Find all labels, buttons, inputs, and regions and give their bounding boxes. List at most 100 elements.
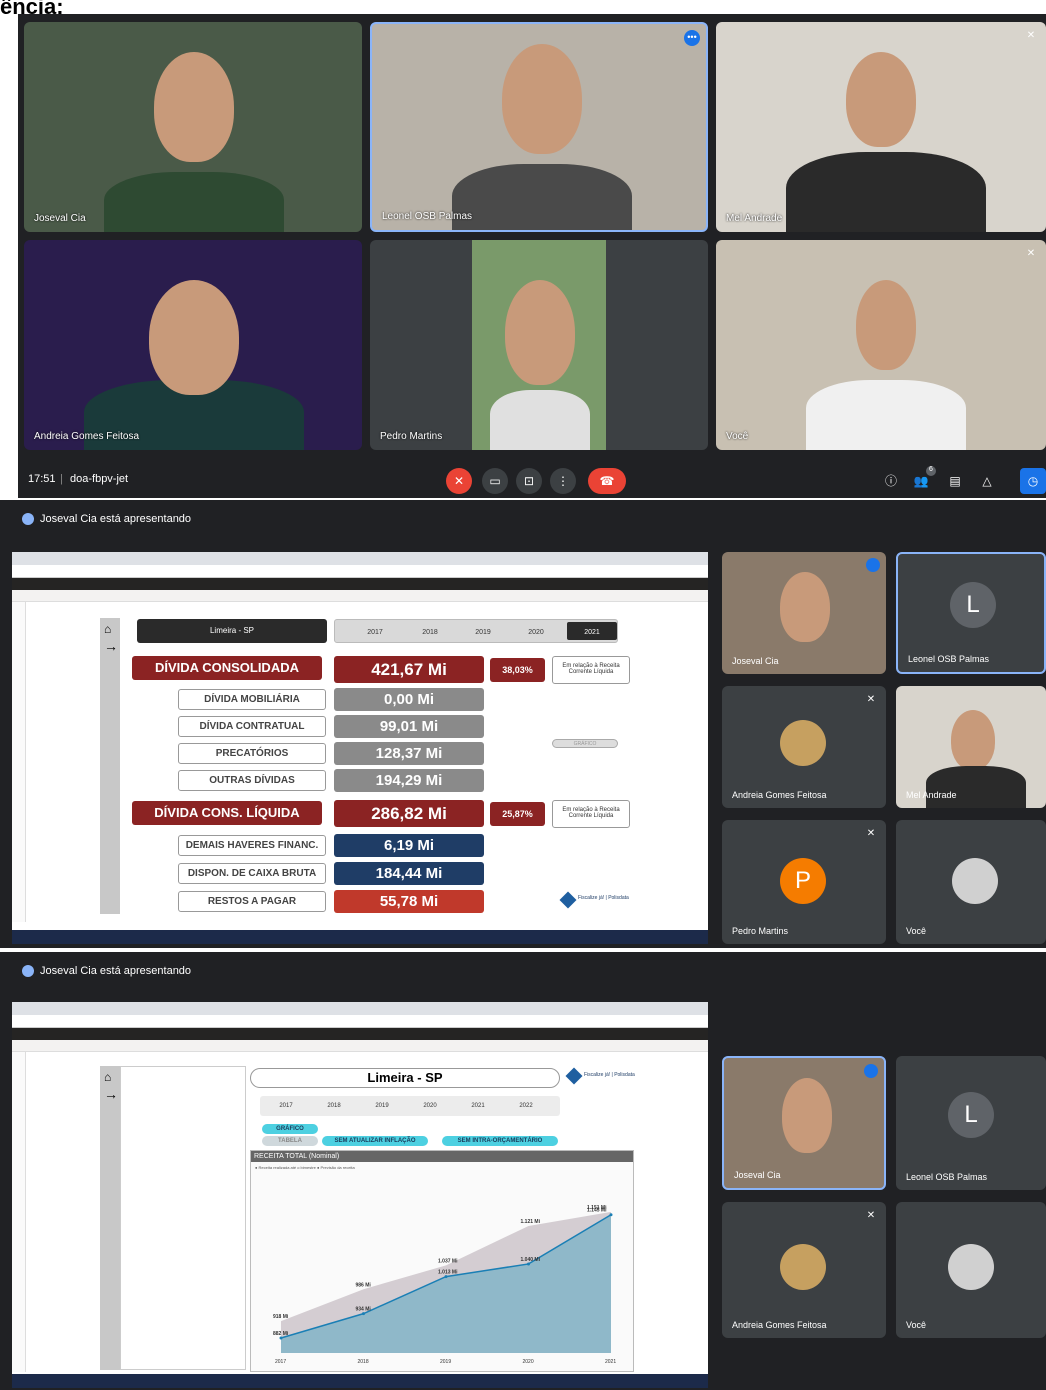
chat-icon[interactable]: ▤ [942,468,968,494]
browser-tab-strip [12,1002,708,1015]
tabela-tab[interactable]: TABELA [262,1136,318,1146]
grafico-tab[interactable]: GRÁFICO [262,1124,318,1134]
participant-name: Joseval Cia [734,1170,781,1180]
home-icon[interactable]: ⌂ [104,1070,111,1084]
camera-toggle-button[interactable]: ▭ [482,468,508,494]
meeting-details-icon[interactable]: ⓘ [878,468,904,494]
arrow-right-icon[interactable]: → [104,1086,118,1102]
video-tile-andreia[interactable]: Andreia Gomes Feitosa [24,240,362,450]
person-face [780,572,830,642]
year-2021[interactable]: 2021 [458,1103,498,1109]
windows-taskbar [12,1374,708,1388]
arrow-right-icon[interactable]: → [104,638,118,654]
mic-off-icon: ✕ [866,828,876,839]
participant-tile-mel[interactable]: Mel Andrade [896,686,1046,808]
shared-browser-window: ⌂ → Limeira - SP 2017 2018 2019 2020 202… [12,552,708,944]
nav-sidebar [100,1066,120,1370]
mic-off-icon: ✕ [866,1210,876,1221]
participant-name: Você [726,431,749,442]
year-2017[interactable]: 2017 [266,1103,306,1109]
meet-presentation-view-1: Joseval Cia está apresentando ⌂ → Limeir… [0,500,1046,948]
participant-tile-leonel[interactable]: L Leonel OSB Palmas [896,552,1046,674]
presenting-banner: Joseval Cia está apresentando [12,508,191,530]
more-options-icon[interactable]: ••• [684,30,700,46]
participant-tile-joseval[interactable]: Joseval Cia [722,1056,886,1190]
logo-text: Fiscalize já! | Polisdata [584,1072,635,1078]
meet-grid-view: Joseval Cia ••• Leonel OSB Palmas ✕ Mel … [18,14,1046,498]
participant-tile-andreia[interactable]: ✕ Andreia Gomes Feitosa [722,1202,886,1338]
sem-intra-orcamentario-toggle[interactable]: SEM INTRA-ORÇAMENTÁRIO [442,1136,558,1146]
year-2022[interactable]: 2022 [506,1103,546,1109]
people-count-badge: 6 [926,466,936,476]
chart-card: RECEITA TOTAL (Nominal) ● Receita realiz… [250,1150,634,1372]
mic-off-icon: ✕ [866,694,876,705]
powerbi-ribbon [12,1040,708,1052]
mic-toggle-button[interactable]: ✕ [446,468,472,494]
year-2018[interactable]: 2018 [405,629,455,636]
note-rcl-1: Em relação à Receita Corrente Líquida [552,656,630,684]
data-label: 1.121 Mi [521,1219,541,1225]
participant-name: Leonel OSB Palmas [908,654,990,664]
host-controls-icon[interactable]: ◷ [1020,468,1046,494]
data-label: 1.145 Mi [587,1208,607,1214]
data-label: 882 Mi [273,1331,289,1337]
pct-rcl-2: 25,87% [490,802,545,826]
row-value: 128,37 Mi [334,742,484,765]
year-2019[interactable]: 2019 [362,1103,402,1109]
video-tile-joseval[interactable]: Joseval Cia [24,22,362,232]
row-label: OUTRAS DÍVIDAS [178,770,326,791]
more-options-button[interactable]: ⋮ [550,468,576,494]
data-label: 986 Mi [356,1282,372,1288]
powerbi-ribbon [12,590,708,602]
row-label: DÍVIDA CONTRATUAL [178,716,326,737]
video-tile-leonel[interactable]: ••• Leonel OSB Palmas [370,22,708,232]
year-2017[interactable]: 2017 [350,629,400,636]
participant-tile-leonel[interactable]: L Leonel OSB Palmas [896,1056,1046,1190]
meet-control-bar: 17:51 | doa-fbpv-jet ✕ ▭ ⊡ ⋮ ☎ ⓘ 👥 6 ▤ △… [18,464,1046,498]
person-body [104,172,284,232]
sem-atualizar-inflacao-toggle[interactable]: SEM ATUALIZAR INFLAÇÃO [322,1136,428,1146]
person-face [505,280,575,385]
year-2019[interactable]: 2019 [458,629,508,636]
browser-tab-strip [12,552,708,565]
person-body [490,390,590,450]
activities-icon[interactable]: △ [974,468,1000,494]
person-body [452,164,632,230]
year-2021-selected[interactable]: 2021 [567,629,617,636]
participant-tile-voce[interactable]: Você [896,820,1046,944]
year-2018[interactable]: 2018 [314,1103,354,1109]
video-tile-pedro[interactable]: Pedro Martins [370,240,708,450]
city-title: Limeira - SP [137,619,327,643]
present-screen-button[interactable]: ⊡ [516,468,542,494]
polisdata-logo-icon [565,1067,583,1085]
participant-tile-andreia[interactable]: ✕ Andreia Gomes Feitosa [722,686,886,808]
video-tile-voce[interactable]: ✕ Você [716,240,1046,450]
person-face [154,52,234,162]
participant-tile-pedro[interactable]: P ✕ Pedro Martins [722,820,886,944]
filter-panel[interactable] [120,1066,246,1370]
row-label: DÍVIDA CONSOLIDADA [132,656,322,680]
leave-call-button[interactable]: ☎ [588,468,626,494]
person-face [782,1078,832,1153]
left-rail [12,602,26,922]
participant-tile-voce[interactable]: Você [896,1202,1046,1338]
participant-name: Pedro Martins [732,926,789,936]
data-label: 1.040 Mi [521,1257,541,1263]
grafico-button[interactable]: GRÁFICO [552,739,618,748]
data-label: 918 Mi [273,1314,289,1320]
participant-name: Joseval Cia [732,656,779,666]
person-face [856,280,916,370]
data-label: 1.013 Mi [438,1270,458,1276]
note-rcl-2: Em relação à Receita Corrente Líquida [552,800,630,828]
year-2020[interactable]: 2020 [511,629,561,636]
participant-name: Pedro Martins [380,431,443,442]
speaking-indicator-icon [866,558,880,572]
participant-tile-joseval[interactable]: Joseval Cia [722,552,886,674]
receita-chart: 918 Mi986 Mi1.037 Mi1.121 Mi1.151 Mi882 … [273,1205,616,1365]
home-icon[interactable]: ⌂ [104,622,111,636]
year-2020[interactable]: 2020 [410,1103,450,1109]
polisdata-logo-icon [559,891,577,909]
video-tile-mel[interactable]: ✕ Mel Andrade [716,22,1046,232]
row-value: 55,78 Mi [334,890,484,913]
row-value: 6,19 Mi [334,834,484,857]
